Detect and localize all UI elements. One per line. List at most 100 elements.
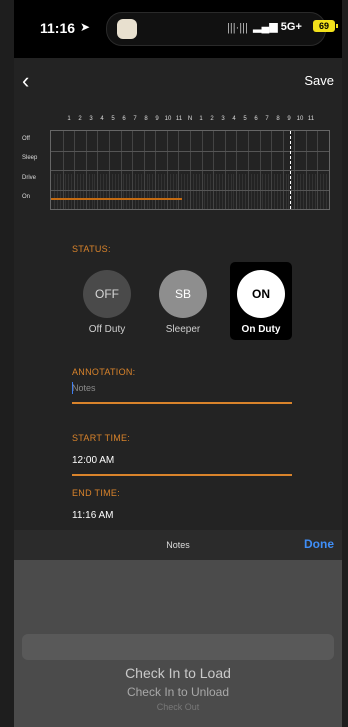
picker-item[interactable]: Check Out (14, 702, 342, 712)
on-duty-bar (51, 198, 182, 201)
graph-hour-label: 11 (307, 116, 315, 122)
graph-hour-label: 1 (199, 116, 203, 122)
keyboard-toolbar-title: Notes (166, 540, 190, 550)
graph-hour-label: 5 (111, 116, 115, 122)
graph-hour-label: 6 (254, 116, 258, 122)
graph-quarter-line (300, 173, 302, 209)
graph-row-label: Sleep (22, 155, 38, 162)
graph-hour-label: 7 (265, 116, 269, 122)
graph-quarter-line (250, 173, 252, 209)
graph-quarter-line (152, 173, 154, 209)
current-time-marker (289, 131, 291, 209)
graph-quarter-line (169, 173, 171, 209)
graph-quarter-line (242, 173, 244, 209)
graph-quarter-line (94, 173, 96, 209)
graph-row-divider (51, 170, 329, 171)
graph-quarter-line (172, 173, 174, 209)
graph-quarter-line (297, 173, 299, 209)
graph-quarter-line (204, 173, 206, 209)
graph-quarter-line (230, 173, 232, 209)
graph-quarter-line (91, 173, 93, 209)
graph-quarter-line (268, 173, 270, 209)
graph-row-label: Off (22, 135, 30, 142)
start-time-value[interactable]: 12:00 AM (72, 455, 114, 466)
graph-quarter-line (163, 173, 165, 209)
graph-quarter-line (149, 173, 151, 209)
graph-quarter-line (256, 173, 258, 209)
graph-hour-label: 8 (276, 116, 280, 122)
graph-quarter-line (114, 173, 116, 209)
graph-quarter-line (207, 173, 209, 209)
graph-quarter-line (245, 173, 247, 209)
graph-quarter-line (276, 173, 278, 209)
picker-item[interactable]: Check In to Load (14, 665, 342, 681)
graph-quarter-line (239, 173, 241, 209)
annotation-picker[interactable]: Check In to Load Check In to Unload Chec… (14, 560, 342, 727)
annotation-underline (72, 402, 292, 404)
graph-hour-label: 9 (287, 116, 291, 122)
picker-item[interactable]: Check In to Unload (14, 685, 342, 699)
left-edge (0, 0, 14, 727)
graph-hour-label: 3 (221, 116, 225, 122)
graph-quarter-line (187, 173, 189, 209)
graph-quarter-line (218, 173, 220, 209)
graph-quarter-line (265, 173, 267, 209)
graph-quarter-line (68, 173, 70, 209)
right-edge (342, 0, 348, 727)
graph-quarter-line (291, 173, 293, 209)
start-time-underline (72, 474, 292, 476)
save-button[interactable]: Save (304, 73, 334, 88)
picker-selection-highlight (22, 634, 334, 660)
graph-quarter-line (314, 173, 316, 209)
graph-quarter-line (198, 173, 200, 209)
graph-quarter-line (253, 173, 255, 209)
graph-quarter-line (117, 173, 119, 209)
off-duty-label: Off Duty (88, 324, 126, 335)
graph-quarter-line (140, 173, 142, 209)
graph-quarter-line (221, 173, 223, 209)
graph-quarter-line (71, 173, 73, 209)
annotation-notes-input[interactable] (72, 381, 292, 395)
graph-quarter-line (262, 173, 264, 209)
signal-network: ▂▄▆ 5G+ (253, 21, 302, 33)
graph-hour-labels: 1 2 3 4 5 6 7 8 9 10 11 N 1 2 3 4 5 6 7 8 9 10 11 (58, 116, 322, 126)
edit-status-screen: ‹ Save 1 2 3 4 5 6 7 8 9 10 11 N 1 2 3 4 5 6 7 8 9 10 11 Off Sl… (14, 58, 342, 530)
graph-hour-label: 10 (164, 116, 172, 122)
graph-quarter-line (79, 173, 81, 209)
text-cursor (72, 382, 73, 394)
graph-row-label: On (22, 194, 31, 201)
graph-quarter-line (111, 173, 113, 209)
graph-quarter-line (181, 173, 183, 209)
graph-quarter-line (323, 173, 325, 209)
end-time-value[interactable]: 11:16 AM (72, 510, 114, 521)
graph-quarter-line (56, 173, 58, 209)
graph-quarter-line (134, 173, 136, 209)
graph-quarter-line (129, 173, 131, 209)
graph-quarter-line (106, 173, 108, 209)
graph-row-label: Drive (22, 174, 37, 181)
audio-waveform-icon: |||·||| (227, 22, 248, 34)
chevron-left-icon[interactable]: ‹ (22, 68, 29, 94)
status-sleeper-button[interactable]: SB Sleeper (152, 262, 214, 340)
graph-quarter-line (103, 173, 105, 209)
graph-quarter-line (216, 173, 218, 209)
graph-quarter-line (308, 173, 310, 209)
log-graph-grid[interactable] (50, 130, 330, 210)
location-arrow-icon: ➤ (80, 20, 91, 34)
start-time-label: START TIME: (72, 433, 131, 443)
graph-quarter-line (65, 173, 67, 209)
graph-quarter-line (233, 173, 235, 209)
status-off-duty-button[interactable]: OFF Off Duty (76, 262, 138, 340)
graph-hour-label: 10 (296, 116, 304, 122)
graph-hour-label: 11 (175, 116, 183, 122)
graph-hour-label: 8 (144, 116, 148, 122)
graph-quarter-line (100, 173, 102, 209)
status-bar: 11:16 ➤ |||·||| ▂▄▆ 5G+ 69 (14, 0, 342, 58)
graph-quarter-line (227, 173, 229, 209)
status-on-duty-button[interactable]: ON On Duty (230, 262, 292, 340)
graph-quarter-line (302, 173, 304, 209)
graph-hour-label: 4 (232, 116, 236, 122)
graph-hour-label: 9 (155, 116, 159, 122)
graph-row-divider (51, 150, 329, 152)
done-button[interactable]: Done (304, 537, 334, 551)
